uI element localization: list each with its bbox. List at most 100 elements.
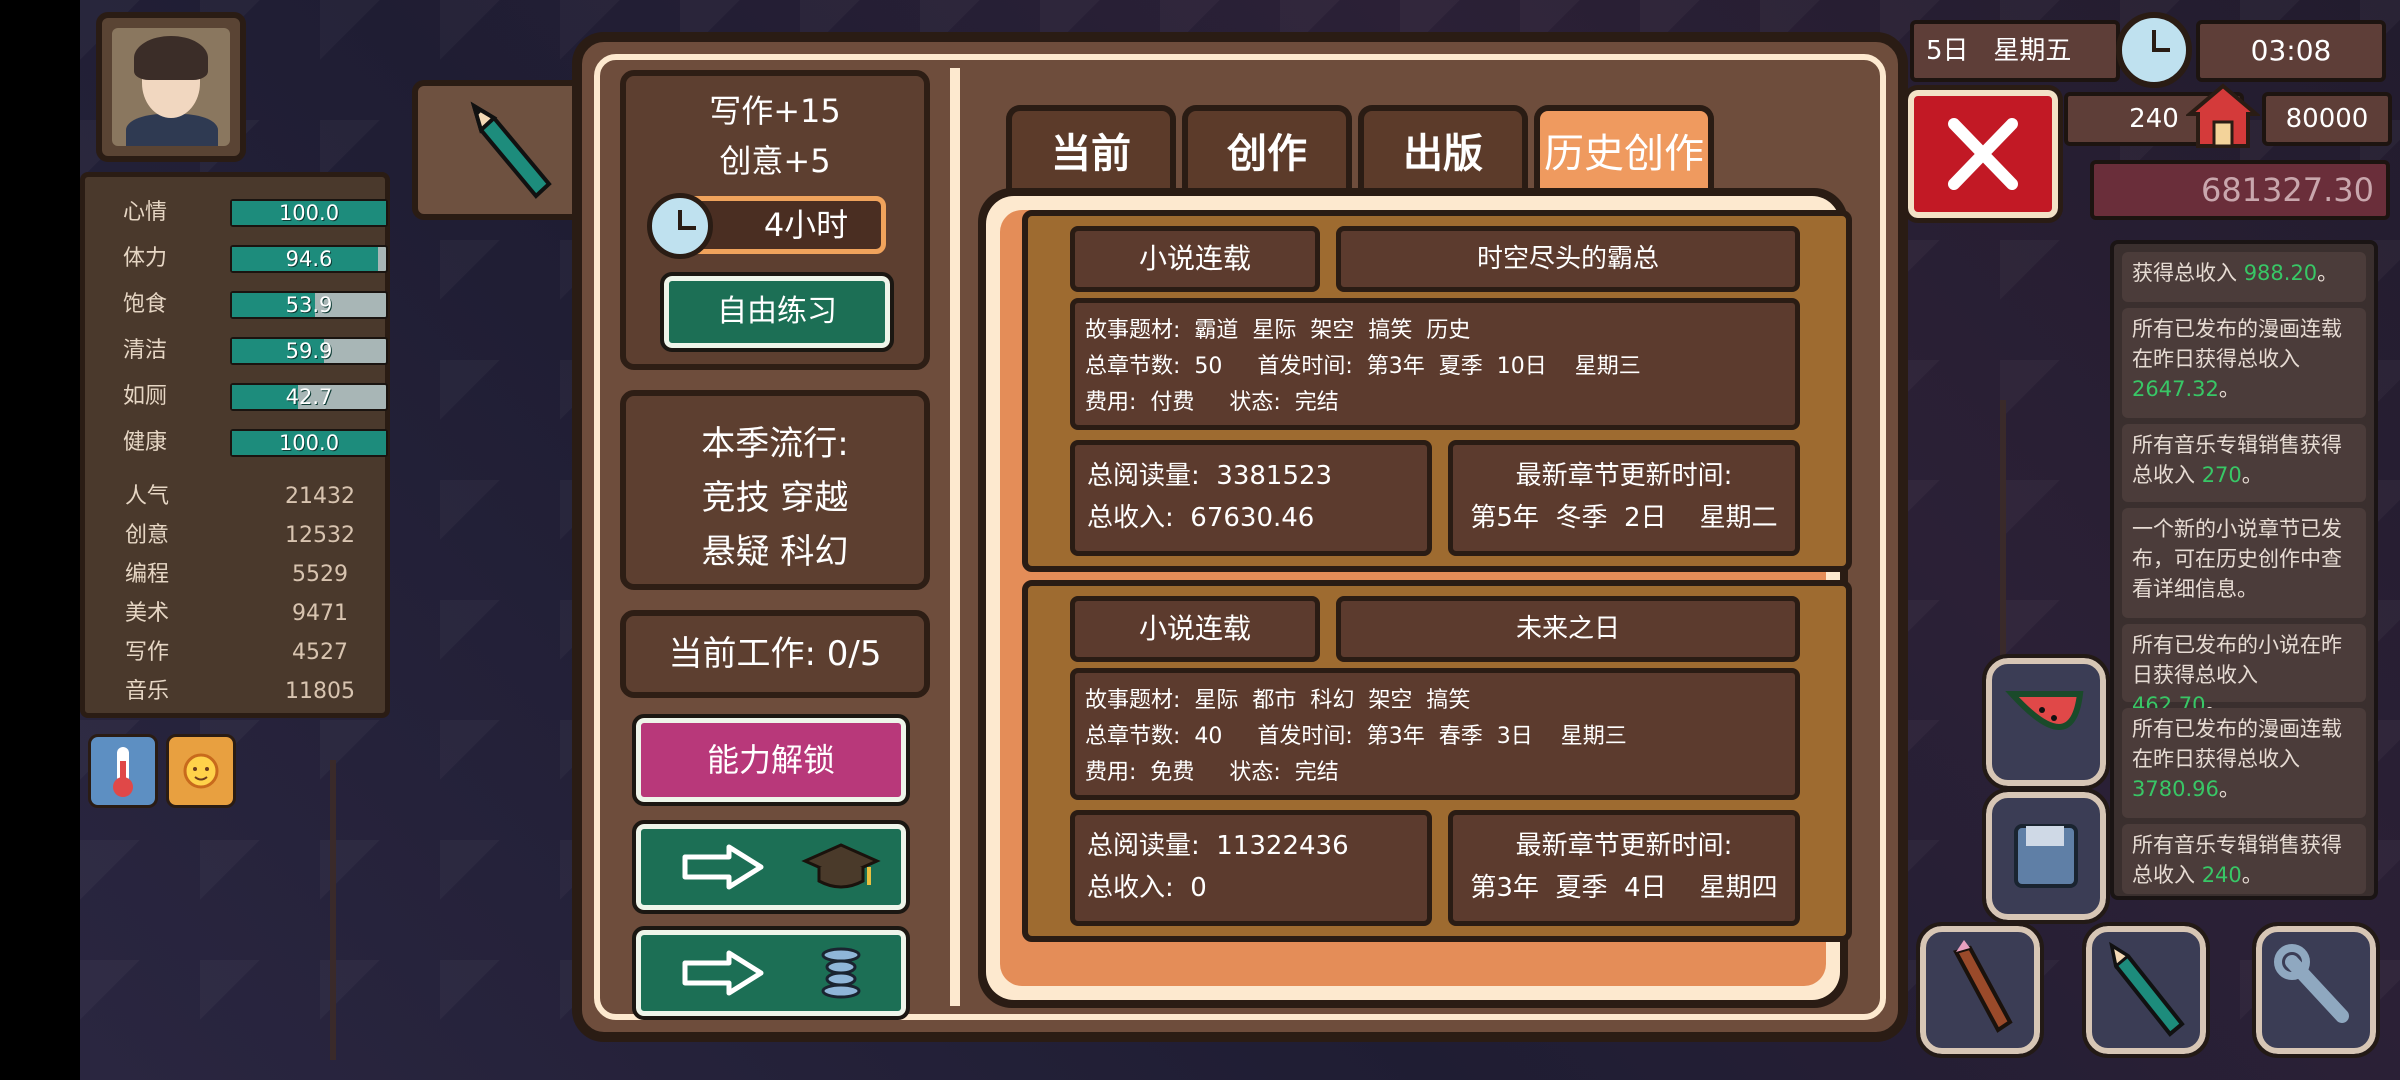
feed-item: 所有已发布的漫画连载在昨日获得总收入 2647.32。 [2122,308,2366,418]
update-time: 第3年 夏季 4日 星期四 [1470,873,1778,903]
resource-b-value: 80000 [2285,104,2369,134]
bonus-writing: 写作+15 [709,92,841,130]
thermometer-icon[interactable] [88,734,158,808]
attr-label: 音乐 [125,679,170,704]
stat-label: 体力 [122,246,167,271]
feed-text: 一个新的小说章节已发布，可在历史创作中查看详细信息。 [2132,517,2342,601]
player-avatar[interactable] [96,12,246,162]
attr-row-music: 音乐 11805 [115,674,395,710]
free-practice-button[interactable]: 自由练习 [660,272,894,352]
work-info: 故事题材: 星际 都市 科幻 架空 搞笑 总章节数: 40 首发时间: 第3年 … [1070,668,1800,800]
feed-number: 2647.32 [2132,377,2219,401]
feed-tail: 。 [2218,377,2240,401]
feed-number: 240 [2201,863,2242,887]
arrow-right-icon [682,844,764,890]
date-bar: 5日 星期五 [1910,20,2120,82]
feed-text: 所有已发布的漫画连载在昨日获得总收入 [2132,317,2342,371]
work-type-label: 小说连载 [1070,226,1320,292]
update-label: 最新章节更新时间: [1515,831,1733,861]
genre-line: 故事题材: 霸道 星际 架空 搞笑 历史 [1085,318,1471,343]
trend-line-2: 悬疑 科幻 [701,532,849,572]
tab-create[interactable]: 创作 [1182,105,1352,195]
feed-item: 所有已发布的小说在昨日获得总收入 462.70。 [2122,624,2366,717]
floppy-icon [2014,824,2078,888]
attr-label: 人气 [125,484,170,509]
letterbox-left [0,0,80,1080]
update-label: 最新章节更新时间: [1515,461,1733,491]
arrow-right-icon [682,950,764,996]
stat-value: 94.6 [285,247,333,271]
stat-label: 饱食 [122,292,167,317]
go-music-button[interactable] [632,926,910,1020]
watermelon-icon [2005,691,2084,730]
stat-row-mood: 心情 100.0 [105,197,388,229]
stat-label: 清洁 [122,338,167,363]
attr-row-writing: 写作 4527 [115,635,395,671]
feed-text: 所有已发布的漫画连载在昨日获得总收入 [2132,717,2342,771]
watermelon-button[interactable] [1982,654,2110,790]
attr-row-popularity: 人气 21432 [115,479,395,515]
attr-row-art: 美术 9471 [115,596,395,632]
brush-icon [1953,940,2013,1033]
go-study-button[interactable] [632,820,910,914]
sun-icon[interactable] [166,734,236,808]
update-time: 第5年 冬季 2日 星期二 [1470,503,1778,533]
trend-title: 本季流行: [701,424,849,464]
attr-label: 创意 [125,523,170,548]
stat-value: 53.9 [285,293,333,317]
save-button[interactable] [1982,788,2110,924]
stat-row-health: 健康 100.0 [105,427,388,459]
stat-bar: 42.7 [230,383,388,411]
dialog-inner: 写作+15 创意+5 4小时 自由练习 本季流行: 竞技 穿越 悬疑 科幻 当前… [594,54,1886,1020]
tab-current[interactable]: 当前 [1006,105,1176,195]
stat-value: 100.0 [278,431,340,455]
close-icon [1948,118,2018,190]
attr-value: 4527 [292,640,348,665]
stat-label: 健康 [122,430,167,455]
time-label: 03:08 [2250,34,2332,67]
attr-label: 写作 [125,640,170,665]
feed-number: 3780.96 [2132,777,2219,801]
stat-bar: 100.0 [230,429,388,457]
work-title: 时空尽头的霸总 [1336,226,1800,292]
tab-history[interactable]: 历史创作 [1534,105,1714,195]
work-title: 未来之日 [1336,596,1800,662]
stat-row-satiety: 饱食 53.9 [105,289,388,321]
current-work-box: 当前工作: 0/5 [620,610,930,698]
duration-badge: 4小时 [647,193,886,259]
update-time-box: 最新章节更新时间: 第3年 夏季 4日 星期四 [1448,810,1800,926]
genre-line: 故事题材: 星际 都市 科幻 架空 搞笑 [1085,688,1471,713]
work-card[interactable]: 小说连载 时空尽头的霸总 故事题材: 霸道 星际 架空 搞笑 历史 总章节数: … [1022,210,1852,572]
stat-value: 100.0 [278,201,340,225]
graduation-cap-icon [801,843,881,889]
draw-button[interactable] [1916,922,2044,1058]
work-info: 故事题材: 霸道 星际 架空 搞笑 历史 总章节数: 50 首发时间: 第3年 … [1070,298,1800,430]
settings-button[interactable] [2252,922,2380,1058]
stat-bar: 53.9 [230,291,388,319]
tab-publish[interactable]: 出版 [1358,105,1528,195]
pencil-icon [470,101,552,199]
message-feed[interactable]: 获得总收入 988.20。 所有已发布的漫画连载在昨日获得总收入 2647.32… [2110,240,2378,900]
trend-line-1: 竞技 穿越 [701,478,849,518]
pencil-tab[interactable] [412,80,592,220]
feed-item: 一个新的小说章节已发布，可在历史创作中查看详细信息。 [2122,508,2366,618]
write-button[interactable] [2082,922,2210,1058]
feed-number: 270 [2201,463,2242,487]
season-trend-box: 本季流行: 竞技 穿越 悬疑 科幻 [620,390,930,590]
ability-unlock-button[interactable]: 能力解锁 [632,714,910,806]
feed-number: 988.20 [2243,261,2318,285]
attr-value: 11805 [285,679,355,704]
stat-bar: 100.0 [230,199,388,227]
feed-tail: 。 [2317,261,2339,285]
time-bar: 03:08 [2196,20,2386,82]
attr-label: 美术 [125,601,170,626]
duration-label: 4小时 [763,206,849,244]
work-card[interactable]: 小说连载 未来之日 故事题材: 星际 都市 科幻 架空 搞笑 总章节数: 40 … [1022,580,1852,942]
money-bar: 681327.30 [2090,160,2390,220]
history-list-scroll[interactable]: 小说连载 时空尽头的霸总 故事题材: 霸道 星际 架空 搞笑 历史 总章节数: … [1000,210,1852,986]
stat-label: 如厕 [122,384,167,409]
total-reads: 总阅读量: 11322436 [1087,831,1349,861]
close-button[interactable] [1903,85,2063,223]
attr-value: 9471 [292,601,348,626]
reads-income-box: 总阅读量: 3381523 总收入: 67630.46 [1070,440,1432,556]
